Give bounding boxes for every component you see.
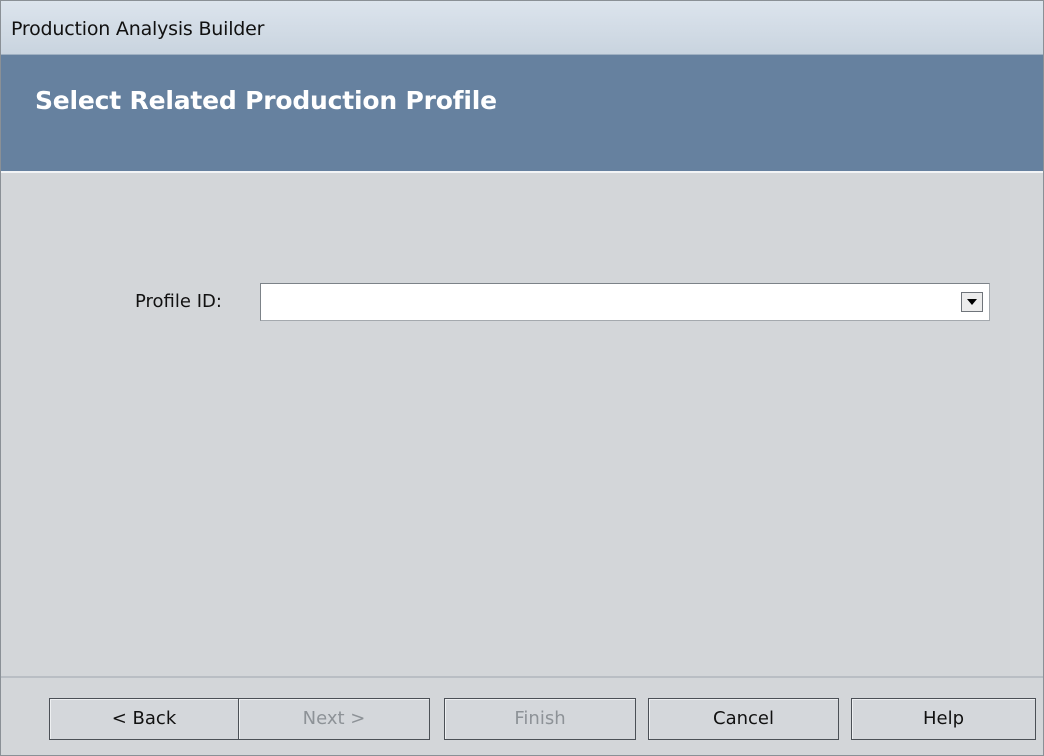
- back-button[interactable]: < Back: [49, 698, 239, 740]
- window-title-bar: Production Analysis Builder: [1, 1, 1043, 55]
- next-button[interactable]: Next >: [238, 698, 430, 740]
- help-button[interactable]: Help: [851, 698, 1036, 740]
- profile-id-label: Profile ID:: [135, 291, 222, 312]
- dropdown-arrow-icon[interactable]: [961, 292, 983, 312]
- cancel-button[interactable]: Cancel: [648, 698, 839, 740]
- production-analysis-builder-window: Production Analysis Builder Select Relat…: [0, 0, 1044, 756]
- wizard-footer: < Back Next > Finish Cancel Help: [1, 676, 1043, 755]
- wizard-step-title: Select Related Production Profile: [35, 86, 497, 115]
- wizard-header: Select Related Production Profile: [1, 55, 1043, 173]
- window-title: Production Analysis Builder: [11, 18, 265, 40]
- profile-id-dropdown[interactable]: [260, 283, 990, 321]
- finish-button[interactable]: Finish: [444, 698, 636, 740]
- wizard-content: Profile ID:: [1, 173, 1043, 676]
